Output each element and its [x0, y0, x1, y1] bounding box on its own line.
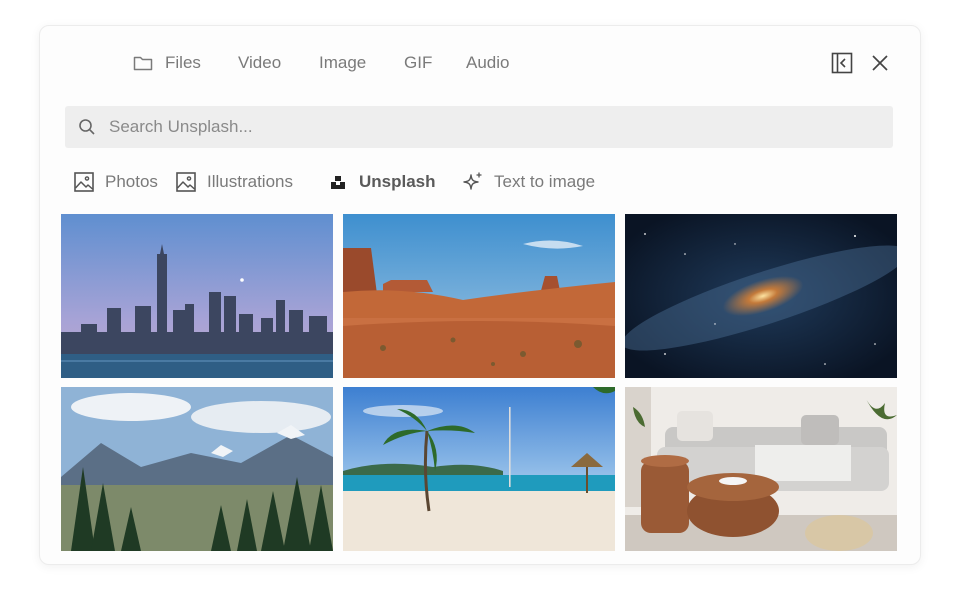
- search-input[interactable]: [109, 112, 869, 142]
- source-tab-illustrations-label: Illustrations: [207, 172, 293, 191]
- tab-gif-label: GIF: [404, 53, 433, 72]
- mountain-forest-photo[interactable]: [61, 387, 333, 551]
- close-button[interactable]: [868, 51, 892, 75]
- folder-icon: [133, 54, 153, 72]
- search-bar[interactable]: [65, 106, 893, 148]
- source-tab-photos-label: Photos: [105, 172, 158, 191]
- source-tab-illustrations[interactable]: Illustrations: [175, 170, 293, 194]
- source-tab-unsplash-label: Unsplash: [359, 172, 436, 191]
- tab-audio-label: Audio: [466, 53, 510, 72]
- tab-video-label: Video: [238, 53, 282, 72]
- unsplash-logo-icon: [327, 171, 349, 193]
- source-tab-text-to-image-label: Text to image: [494, 172, 596, 191]
- living-room-photo[interactable]: [625, 387, 897, 551]
- search-icon: [77, 117, 97, 137]
- image-icon: [175, 171, 197, 193]
- city-skyline-photo[interactable]: [61, 214, 333, 378]
- tab-image-label: Image: [319, 53, 367, 72]
- tab-image[interactable]: Image: [319, 52, 366, 74]
- collapse-panel-button[interactable]: [830, 51, 854, 75]
- source-tab-text-to-image[interactable]: Text to image: [462, 170, 595, 194]
- desert-canyon-photo[interactable]: [343, 214, 615, 378]
- sparkle-icon: [462, 171, 484, 193]
- tropical-beach-photo[interactable]: [343, 387, 615, 551]
- milky-way-photo[interactable]: [625, 214, 897, 378]
- source-tab-photos[interactable]: Photos: [73, 170, 158, 194]
- collapse-panel-icon: [830, 51, 854, 75]
- source-tab-unsplash[interactable]: Unsplash: [327, 170, 436, 194]
- tab-audio[interactable]: Audio: [466, 52, 509, 74]
- close-icon: [868, 51, 892, 75]
- tab-gif[interactable]: GIF: [404, 52, 432, 74]
- tab-files[interactable]: Files: [133, 52, 201, 74]
- tab-video[interactable]: Video: [238, 52, 281, 74]
- image-icon: [73, 171, 95, 193]
- tab-files-label: Files: [165, 53, 201, 72]
